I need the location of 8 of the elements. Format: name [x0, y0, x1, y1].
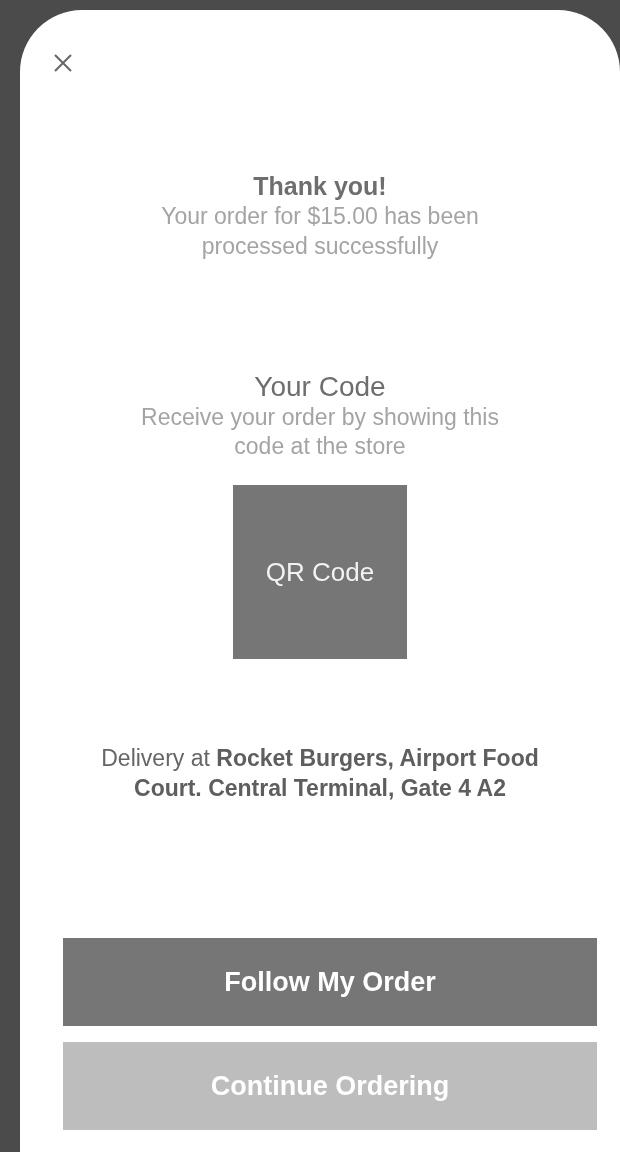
delivery-address: Delivery at Rocket Burgers, Airport Food Court. Central Terminal, Gate 4 A2 [100, 744, 540, 803]
qr-code-label: QR Code [265, 556, 375, 588]
heading: Thank you! [253, 171, 387, 201]
message: Your order for $15.00 has been processed successfully [160, 202, 480, 261]
heading: Your Code [254, 371, 386, 403]
close-icon[interactable] [54, 54, 72, 72]
message: Receive your order by showing this code at the store [140, 403, 500, 461]
follow-order-button[interactable]: Follow My Order [63, 938, 597, 1026]
